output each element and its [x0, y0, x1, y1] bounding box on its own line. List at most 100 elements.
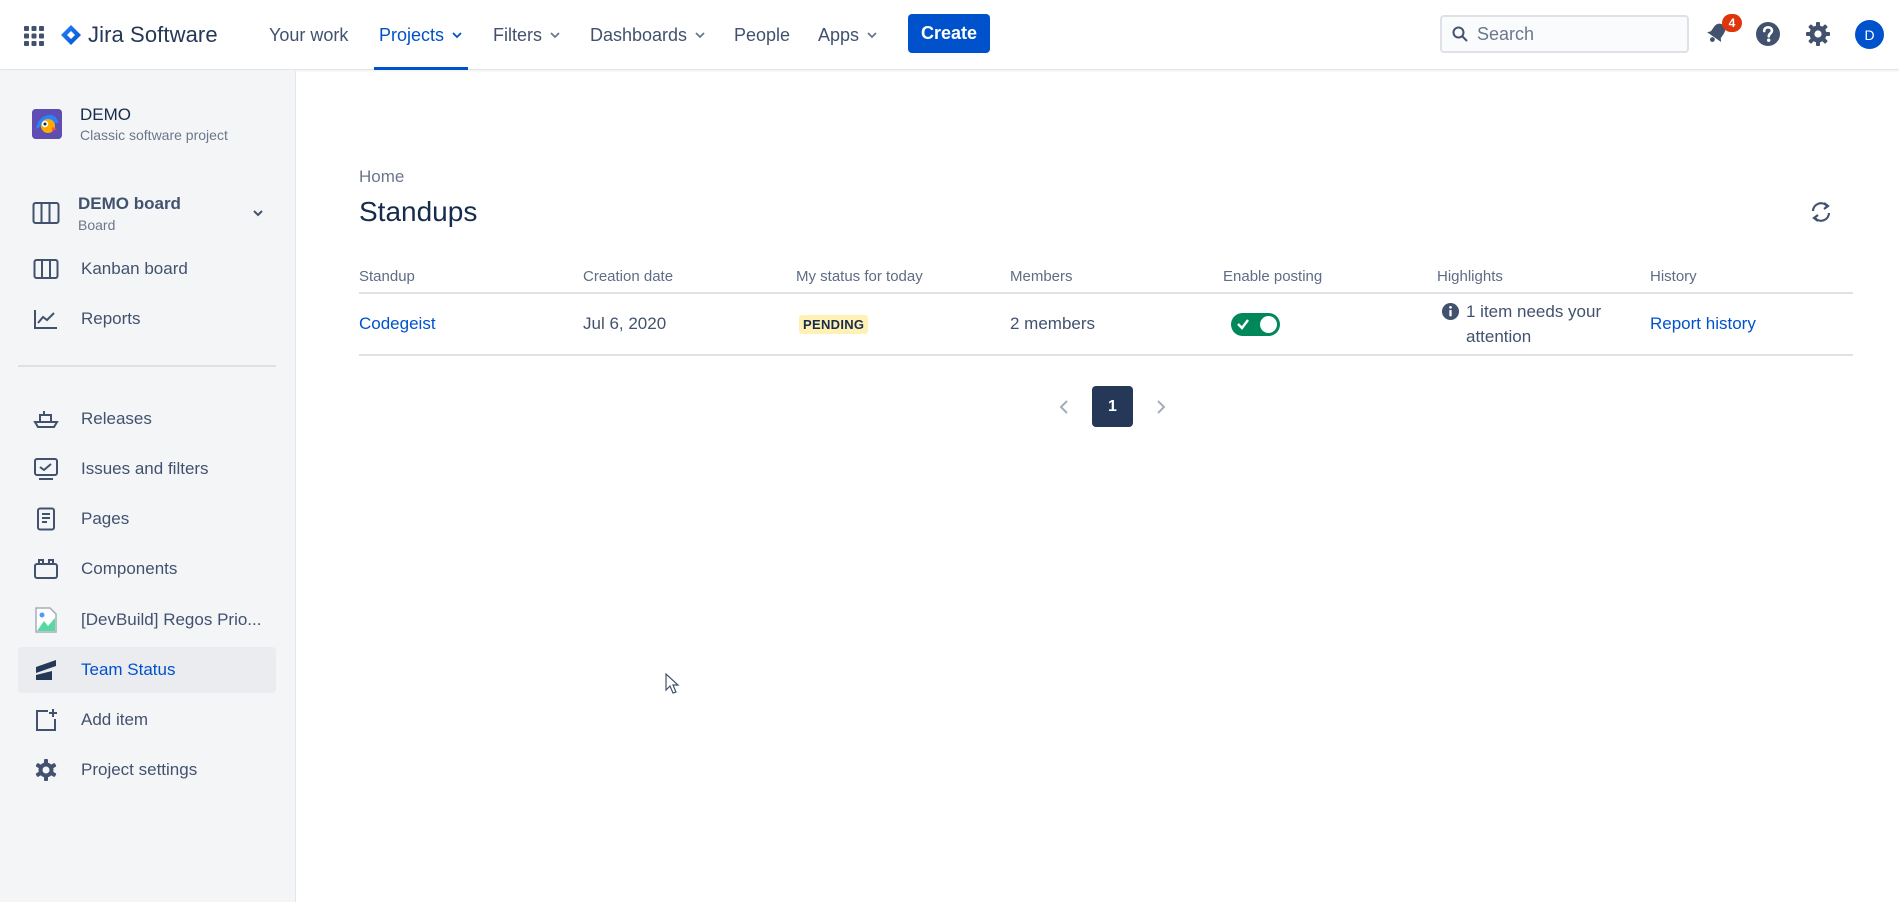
- sidebar-item-devbuild-regos[interactable]: [DevBuild] Regos Prio...: [18, 597, 276, 643]
- board-type: Board: [78, 216, 116, 233]
- column-header-standup[interactable]: Standup: [359, 268, 415, 285]
- pagination-page-current[interactable]: 1: [1092, 386, 1133, 427]
- board-icon: [32, 202, 60, 224]
- create-button[interactable]: Create: [908, 14, 990, 53]
- nav-projects[interactable]: Projects: [373, 0, 469, 70]
- sidebar-item-label: Kanban board: [81, 259, 188, 278]
- sidebar-item-label: Components: [81, 559, 178, 578]
- check-icon: [1237, 318, 1249, 330]
- sidebar-item-label: Add item: [81, 710, 149, 729]
- column-header-members[interactable]: Members: [1010, 268, 1073, 285]
- standup-name-link[interactable]: Codegeist: [359, 294, 436, 354]
- mouse-cursor-icon: [665, 673, 680, 694]
- column-header-highlights[interactable]: Highlights: [1437, 268, 1503, 285]
- sidebar-item-reports[interactable]: Reports: [18, 296, 276, 342]
- status-lozenge: PENDING: [799, 314, 869, 334]
- product-name: Jira Software: [88, 22, 218, 47]
- sidebar-item-label: [DevBuild] Regos Prio...: [81, 610, 262, 629]
- nav-your-work[interactable]: Your work: [269, 0, 348, 70]
- info-icon: [1441, 302, 1460, 321]
- sidebar-item-components[interactable]: Components: [18, 546, 276, 592]
- members-count: 2 members: [1010, 314, 1096, 333]
- chevron-down-icon: [550, 32, 560, 39]
- nav-label: Filters: [493, 24, 542, 45]
- nav-label: Your work: [269, 24, 349, 45]
- gear-icon: [33, 757, 59, 783]
- status-cell: PENDING: [799, 294, 869, 354]
- nav-label: Dashboards: [590, 24, 688, 45]
- sidebar-item-label: Project settings: [81, 760, 198, 779]
- sidebar-item-label: Releases: [81, 409, 152, 428]
- sidebar-divider: [18, 365, 276, 367]
- enable-posting-toggle[interactable]: [1231, 312, 1280, 336]
- chevron-down-icon: [695, 32, 705, 39]
- column-header-status[interactable]: My status for today: [796, 268, 923, 285]
- sidebar-item-label: Pages: [81, 509, 130, 528]
- sidebar-item-releases[interactable]: Releases: [18, 396, 276, 442]
- ship-icon: [33, 406, 59, 432]
- search-icon: [1452, 26, 1468, 42]
- chevron-down-icon: [253, 210, 263, 217]
- issues-icon: [33, 456, 59, 482]
- add-item-icon: [33, 707, 59, 733]
- column-header-creation-date[interactable]: Creation date: [583, 268, 673, 285]
- sidebar-item-label: Reports: [81, 309, 141, 328]
- project-sidebar: DEMO Classic software project DEMO board…: [0, 71, 296, 902]
- standups-table: Standup Creation date My status for toda…: [359, 262, 1853, 356]
- notification-count-badge: 4: [1722, 14, 1742, 32]
- sidebar-item-issues-and-filters[interactable]: Issues and filters: [18, 446, 276, 492]
- table-header-row: Standup Creation date My status for toda…: [359, 262, 1853, 294]
- project-type: Classic software project: [80, 127, 228, 143]
- report-history-link[interactable]: Report history: [1650, 294, 1756, 354]
- highlight-text: 1 item needs your attention: [1466, 302, 1602, 346]
- column-header-enable-posting[interactable]: Enable posting: [1223, 268, 1322, 285]
- pagination-prev-chevron-left-icon[interactable]: [1054, 397, 1074, 417]
- creation-date: Jul 6, 2020: [583, 314, 667, 333]
- sidebar-item-label: Issues and filters: [81, 459, 209, 478]
- page-title: Standups: [359, 196, 478, 227]
- column-header-history[interactable]: History: [1650, 268, 1697, 285]
- search-input[interactable]: [1477, 23, 1677, 45]
- project-avatar-icon: [32, 109, 62, 139]
- user-avatar[interactable]: D: [1855, 20, 1884, 49]
- team-status-icon: [33, 657, 59, 683]
- project-name: DEMO: [80, 105, 131, 124]
- chevron-down-icon: [867, 32, 877, 39]
- refresh-icon[interactable]: [1808, 199, 1836, 227]
- help-icon[interactable]: [1754, 20, 1782, 48]
- settings-gear-icon[interactable]: [1804, 20, 1832, 48]
- pagination-next-chevron-right-icon[interactable]: [1151, 397, 1171, 417]
- nav-filters[interactable]: Filters: [493, 0, 561, 70]
- reports-icon: [33, 306, 59, 332]
- page-icon: [33, 506, 59, 532]
- enable-posting-cell: [1231, 294, 1280, 354]
- jira-logo[interactable]: Jira Software: [60, 19, 218, 51]
- toggle-knob: [1260, 315, 1277, 333]
- project-header[interactable]: DEMO Classic software project: [32, 105, 228, 143]
- sidebar-item-add-item[interactable]: Add item: [18, 697, 276, 743]
- nav-label: Projects: [379, 24, 445, 45]
- app-switcher-grid-icon[interactable]: [22, 24, 46, 48]
- nav-dashboards[interactable]: Dashboards: [590, 0, 706, 70]
- components-icon: [33, 556, 59, 582]
- kanban-icon: [33, 256, 59, 282]
- top-navigation: Jira Software Your work Projects Filters…: [0, 0, 1899, 70]
- sidebar-item-kanban-board[interactable]: Kanban board: [18, 246, 276, 292]
- nav-people[interactable]: People: [734, 0, 790, 70]
- board-name: DEMO board: [78, 193, 181, 213]
- jira-diamond-icon: [61, 25, 81, 45]
- nav-apps[interactable]: Apps: [818, 0, 878, 70]
- highlights-cell: 1 item needs your attention: [1441, 294, 1626, 354]
- pagination: 1: [1054, 386, 1171, 427]
- nav-label: Apps: [818, 24, 860, 45]
- sidebar-item-team-status[interactable]: Team Status: [18, 647, 276, 693]
- highlight-notice: 1 item needs your attention: [1441, 299, 1626, 349]
- board-selector[interactable]: DEMO board Board: [32, 189, 264, 237]
- table-row: Codegeist Jul 6, 2020 PENDING 2 members …: [359, 294, 1853, 356]
- sidebar-item-pages[interactable]: Pages: [18, 496, 276, 542]
- sidebar-item-project-settings[interactable]: Project settings: [18, 747, 276, 793]
- search-box[interactable]: [1440, 15, 1689, 53]
- nav-label: People: [734, 24, 791, 45]
- chevron-down-icon: [452, 32, 462, 39]
- breadcrumb-home[interactable]: Home: [359, 167, 404, 187]
